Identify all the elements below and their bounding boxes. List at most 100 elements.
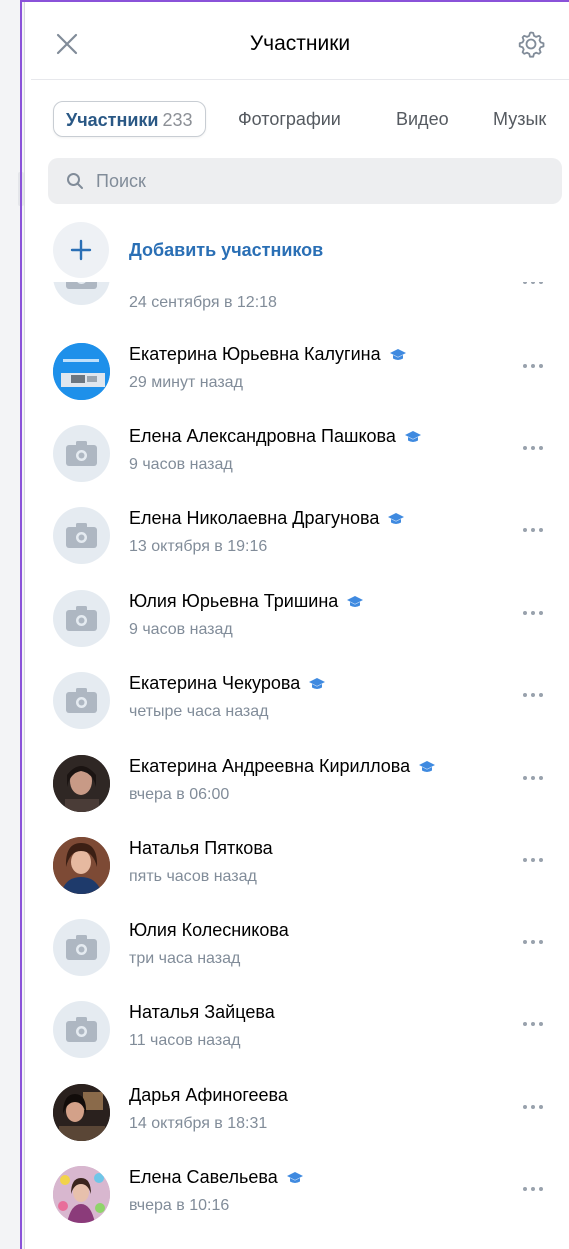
more-button[interactable]: [523, 689, 547, 701]
list-item[interactable]: Юлия Колесникова три часа назад: [31, 916, 569, 998]
tab-photos[interactable]: Фотографии: [238, 101, 341, 137]
tab-music[interactable]: Музык: [493, 101, 546, 137]
search-icon: [67, 173, 83, 189]
member-name-text: Елена Александровна Пашкова: [129, 426, 396, 446]
member-name-text: Юлия Юрьевна Тришина: [129, 591, 339, 611]
member-name[interactable]: Екатерина Юрьевна Калугина: [129, 344, 407, 365]
member-name[interactable]: Елена Савельева: [129, 1167, 304, 1188]
member-last-seen: 11 часов назад: [129, 1032, 241, 1049]
member-name-text: Екатерина Чекурова: [129, 673, 301, 693]
member-name[interactable]: Елена Николаевна Драгунова: [129, 508, 405, 529]
list-item[interactable]: Елена Александровна Пашкова 9 часов наза…: [31, 422, 569, 504]
selection-border-left: [20, 0, 22, 1249]
avatar: [53, 1166, 110, 1223]
page-title: Участники: [249, 32, 351, 55]
search-box: [48, 158, 562, 204]
education-icon: [389, 348, 406, 360]
member-last-seen: 9 часов назад: [129, 456, 233, 473]
list-item[interactable]: Екатерина Чекурова четыре часа назад: [31, 669, 569, 751]
add-members-circle: [53, 222, 109, 278]
avatar: [53, 343, 110, 400]
member-last-seen: вчера в 10:16: [129, 1197, 230, 1214]
camera-icon: [66, 1017, 97, 1042]
avatar: [53, 282, 110, 305]
member-name[interactable]: Наталья Пяткова: [129, 838, 273, 859]
avatar: [53, 1084, 110, 1141]
education-icon: [388, 512, 405, 524]
user-photo: [53, 755, 110, 812]
add-members-label: Добавить участников: [129, 240, 324, 260]
user-photo: [53, 837, 110, 894]
avatar: [53, 425, 110, 482]
education-icon: [286, 1171, 303, 1183]
camera-icon: [66, 282, 97, 289]
settings-button[interactable]: [515, 28, 547, 60]
member-name[interactable]: Наталья Зайцева: [129, 1002, 275, 1023]
more-button[interactable]: [523, 1101, 547, 1113]
member-last-seen: четыре часа назад: [129, 703, 269, 720]
list-item[interactable]: Елена Николаевна Драгунова 13 октября в …: [31, 504, 569, 586]
member-last-seen: 13 октября в 19:16: [129, 538, 268, 555]
member-last-seen: 29 минут назад: [129, 374, 243, 391]
member-last-seen: три часа назад: [129, 950, 241, 967]
education-icon: [309, 677, 326, 689]
member-name-text: Елена Савельева: [129, 1167, 278, 1187]
tab-bar: Участники 233 Фотографии Видео Музык: [31, 97, 569, 143]
member-name[interactable]: Екатерина Чекурова: [129, 673, 326, 694]
more-button[interactable]: [523, 1018, 547, 1030]
list-item[interactable]: Наталья Пяткова пять часов назад: [31, 834, 569, 916]
member-last-seen: 24 сентября в 12:18: [129, 294, 277, 311]
member-last-seen: 14 октября в 18:31: [129, 1115, 268, 1132]
list-item[interactable]: Юлия Юрьевна Тришина 9 часов назад: [31, 587, 569, 669]
member-name[interactable]: Юлия Колесникова: [129, 920, 289, 941]
more-button[interactable]: [523, 936, 547, 948]
list-item[interactable]: Наталья Зайцева 11 часов назад: [31, 998, 569, 1080]
more-button[interactable]: [523, 772, 547, 784]
search-input[interactable]: [96, 158, 536, 204]
more-button[interactable]: [523, 442, 547, 454]
avatar: [53, 755, 110, 812]
members-list: 24 сентября в 12:18 Екатерина Юрьевна Ка…: [31, 282, 569, 1249]
selection-border-top: [20, 0, 569, 2]
tab-video[interactable]: Видео: [396, 101, 449, 137]
more-button[interactable]: [523, 607, 547, 619]
member-name[interactable]: Дарья Афиногеева: [129, 1085, 288, 1106]
education-icon: [419, 760, 436, 772]
camera-icon: [66, 688, 97, 713]
avatar: [53, 919, 110, 976]
more-button[interactable]: [523, 854, 547, 866]
avatar: [53, 672, 110, 729]
member-last-seen: пять часов назад: [129, 868, 257, 885]
avatar: [53, 1001, 110, 1058]
member-name[interactable]: Юлия Юрьевна Тришина: [129, 591, 364, 612]
member-name-text: Екатерина Андреевна Кириллова: [129, 756, 411, 776]
members-panel: Участники Участники 233 Фотографии Видео …: [31, 6, 569, 1249]
panel-header: Участники: [31, 6, 569, 80]
list-item[interactable]: Елена Савельева вчера в 10:16: [31, 1163, 569, 1245]
camera-icon: [66, 606, 97, 631]
member-name-text: Наталья Зайцева: [129, 1002, 275, 1022]
member-name-text: Екатерина Юрьевна Калугина: [129, 344, 381, 364]
member-last-seen: вчера в 06:00: [129, 786, 230, 803]
user-photo: [53, 1166, 110, 1223]
member-name[interactable]: Екатерина Андреевна Кириллова: [129, 756, 436, 777]
education-icon: [404, 430, 421, 442]
member-name-text: Елена Николаевна Драгунова: [129, 508, 380, 528]
add-members-button[interactable]: Добавить участников: [31, 220, 569, 280]
list-item[interactable]: Екатерина Андреевна Кириллова вчера в 06…: [31, 752, 569, 834]
user-photo: [53, 1084, 110, 1141]
more-button[interactable]: [523, 524, 547, 536]
avatar: [53, 507, 110, 564]
more-button[interactable]: [523, 1183, 547, 1195]
plus-icon: [70, 239, 92, 261]
more-button[interactable]: [523, 282, 547, 288]
education-icon: [347, 595, 364, 607]
members-count: 233: [162, 110, 193, 130]
tab-members[interactable]: Участники 233: [53, 101, 206, 137]
list-item[interactable]: Екатерина Юрьевна Калугина 29 минут наза…: [31, 340, 569, 422]
member-name-text: Наталья Пяткова: [129, 838, 273, 858]
more-button[interactable]: [523, 360, 547, 372]
user-photo: [53, 343, 110, 400]
member-name[interactable]: Елена Александровна Пашкова: [129, 426, 422, 447]
list-item[interactable]: Дарья Афиногеева 14 октября в 18:31: [31, 1081, 569, 1163]
